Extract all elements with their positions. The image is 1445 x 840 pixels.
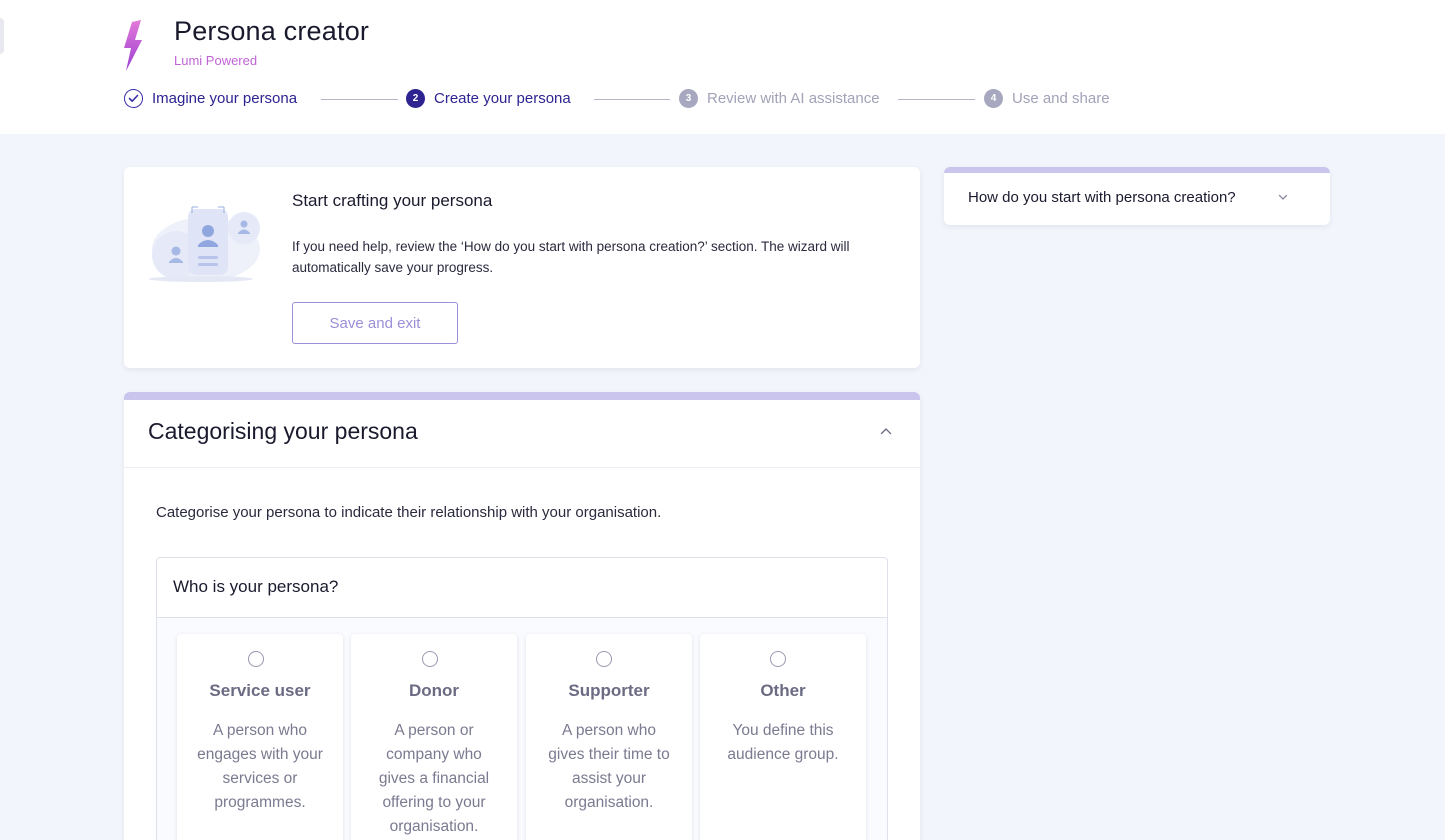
section-description: Categorise your persona to indicate thei… (156, 504, 662, 521)
step-connector (594, 99, 670, 100)
step-label: Use and share (1012, 90, 1110, 107)
divider (124, 467, 920, 468)
step-use-share[interactable]: 4 Use and share (984, 89, 1110, 108)
question-title: Who is your persona? (173, 577, 339, 596)
radio-button[interactable] (248, 651, 264, 667)
option-donor[interactable]: Donor A person or company who gives a fi… (351, 634, 517, 840)
step-review[interactable]: 3 Review with AI assistance (679, 89, 880, 108)
option-supporter[interactable]: Supporter A person who gives their time … (526, 634, 692, 840)
step-number: 4 (984, 89, 1003, 108)
section-topbar (124, 392, 920, 400)
option-description: A person who gives their time to assist … (548, 722, 670, 811)
persona-type-question: Who is your persona? Service user A pers… (156, 557, 888, 840)
step-imagine[interactable]: Imagine your persona (124, 89, 297, 108)
chevron-down-icon (1278, 194, 1288, 200)
step-label: Imagine your persona (152, 90, 298, 107)
side-tab-edge[interactable] (0, 18, 4, 54)
step-number: 2 (406, 89, 425, 108)
option-title: Service user (209, 681, 311, 700)
radio-button[interactable] (422, 651, 438, 667)
intro-text: If you need help, review the ‘How do you… (292, 239, 850, 275)
option-description: You define this audience group. (727, 722, 839, 763)
option-description: A person or company who gives a financia… (378, 722, 490, 835)
intro-title: Start crafting your persona (292, 191, 493, 210)
lightning-logo-icon (124, 20, 142, 71)
option-service-user[interactable]: Service user A person who engages with y… (177, 634, 343, 840)
radio-button[interactable] (596, 651, 612, 667)
app-header: Persona creator Lumi Powered Imagine you… (0, 0, 1445, 134)
radio-button[interactable] (770, 651, 786, 667)
option-title: Other (760, 681, 806, 700)
step-label: Review with AI assistance (707, 90, 880, 107)
app-subtitle: Lumi Powered (174, 53, 258, 68)
option-other[interactable]: Other You define this audience group. (700, 634, 866, 840)
help-accordion-label: How do you start with persona creation? (968, 189, 1236, 206)
step-label: Create your persona (434, 90, 571, 107)
option-description: A person who engages with your services … (197, 722, 323, 811)
save-and-exit-button[interactable]: Save and exit (292, 302, 458, 344)
help-accordion[interactable]: How do you start with persona creation? (944, 167, 1330, 225)
categorising-section: Categorising your persona Categorise you… (124, 392, 920, 840)
step-number: 3 (679, 89, 698, 108)
accordion-topbar (944, 167, 1330, 173)
option-title: Donor (408, 681, 460, 700)
step-connector (321, 99, 398, 100)
check-icon (124, 89, 143, 108)
app-title: Persona creator (174, 16, 370, 46)
step-connector (898, 99, 975, 100)
question-header: Who is your persona? (157, 558, 887, 618)
intro-card: Start crafting your persona If you need … (124, 167, 920, 368)
persona-illustration (149, 206, 260, 282)
step-create[interactable]: 2 Create your persona (406, 89, 571, 108)
chevron-up-icon[interactable] (880, 427, 892, 435)
section-title: Categorising your persona (148, 418, 418, 444)
option-title: Supporter (568, 681, 650, 700)
